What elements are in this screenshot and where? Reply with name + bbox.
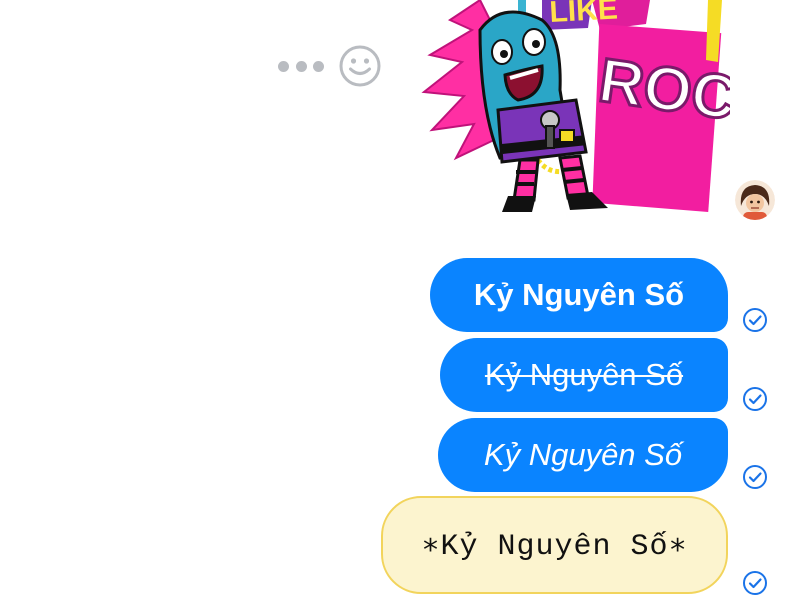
message-bubble-strikethrough[interactable]: Kỷ Nguyên Số [440,338,728,412]
message-bubble-monospace[interactable]: ∗Kỷ Nguyên Số∗ [381,496,728,594]
svg-text:LIKE: LIKE [549,0,619,29]
sent-check-icon [742,386,768,412]
message-text: Kỷ Nguyên Số [484,357,684,392]
message-bubble-italic[interactable]: Kỷ Nguyên Số [438,418,728,492]
chat-thread: LIKE ROCK! Kỷ Nguyên Số Kỷ Nguyên Số Kỷ … [0,0,800,600]
message-text: Kỷ Nguyên Số [473,277,685,312]
sent-check-icon [742,464,768,490]
emoji-reaction-icon[interactable] [338,44,382,88]
more-options-icon[interactable] [278,55,324,77]
sticker-character [478,10,608,212]
message-text: ∗Kỷ Nguyên Số∗ [421,529,688,564]
sent-check-icon [742,570,768,596]
message-text: Kỷ Nguyên Số [483,437,683,472]
sent-check-icon [742,307,768,333]
avatar[interactable] [735,180,775,220]
message-bubble-bold[interactable]: Kỷ Nguyên Số [430,258,728,332]
rock-sticker[interactable]: LIKE ROCK! [410,0,800,215]
